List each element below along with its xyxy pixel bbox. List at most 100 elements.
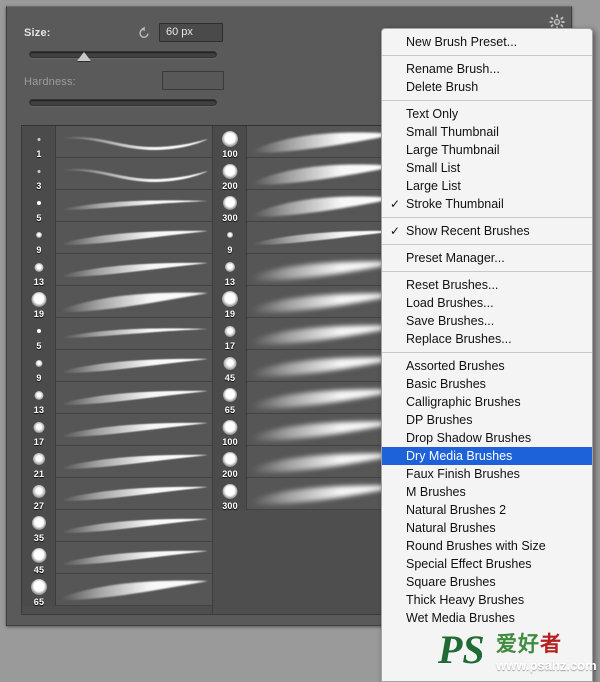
menu-item[interactable]: DP Brushes <box>382 411 592 429</box>
menu-item[interactable]: Natural Brushes <box>382 519 592 537</box>
brush-preset-row[interactable]: 100 <box>213 414 402 447</box>
menu-item-label: Small List <box>406 161 461 175</box>
brush-preset-row[interactable]: 19 <box>22 286 212 319</box>
brush-tip-preview: 1 <box>22 126 56 159</box>
menu-item[interactable]: Thick Heavy Brushes <box>382 591 592 609</box>
brush-tip-preview: 300 <box>213 478 247 511</box>
menu-item[interactable]: Text Only <box>382 105 592 123</box>
brush-preset-row[interactable]: 5 <box>22 318 212 351</box>
brush-flyout-menu[interactable]: New Brush Preset... Rename Brush... Delete… <box>381 28 593 682</box>
brush-preset-row[interactable]: 45 <box>213 350 402 383</box>
brush-stroke-preview <box>249 318 402 350</box>
menu-item-label: Special Effect Brushes <box>406 557 532 571</box>
menu-item-label: M Brushes <box>406 485 466 499</box>
brush-preset-row[interactable]: 65 <box>213 382 402 415</box>
brush-preset-row[interactable]: 17 <box>213 318 402 351</box>
menu-item[interactable]: Special Effect Brushes <box>382 555 592 573</box>
menu-separator <box>382 217 592 218</box>
menu-item-label: Large List <box>406 179 461 193</box>
brush-preset-row[interactable]: 3 <box>22 158 212 191</box>
brush-preset-row[interactable]: 100 <box>213 126 402 159</box>
menu-item[interactable]: Load Brushes... <box>382 294 592 312</box>
size-input[interactable]: 60 px <box>159 23 223 42</box>
brush-preset-row[interactable]: 5 <box>22 190 212 223</box>
brush-preset-row[interactable]: 300 <box>213 190 402 223</box>
menu-item[interactable]: Square Brushes <box>382 573 592 591</box>
menu-item-label: Thick Heavy Brushes <box>406 593 525 607</box>
menu-item[interactable]: Large Thumbnail <box>382 141 592 159</box>
menu-item[interactable]: New Brush Preset... <box>382 33 592 51</box>
brush-tip-preview: 100 <box>213 414 247 447</box>
brush-tip-preview: 45 <box>22 542 56 575</box>
hardness-input[interactable] <box>162 71 224 90</box>
brush-preset-row[interactable]: 13 <box>22 254 212 287</box>
brush-preset-row[interactable]: 65 <box>22 574 212 607</box>
menu-item[interactable]: Reset Brushes... <box>382 276 592 294</box>
check-icon: ✓ <box>390 224 401 238</box>
brush-tip-preview: 13 <box>213 254 247 287</box>
brush-tip-preview: 9 <box>22 222 56 255</box>
size-slider-thumb[interactable] <box>77 52 91 61</box>
brush-preset-row[interactable]: 35 <box>22 510 212 543</box>
menu-item[interactable]: ✓ Show Recent Brushes <box>382 222 592 240</box>
brush-tip-preview: 21 <box>22 446 56 479</box>
menu-item[interactable]: Drop Shadow Brushes <box>382 429 592 447</box>
menu-item-label: Large Thumbnail <box>406 143 500 157</box>
brush-preset-row[interactable]: 17 <box>22 414 212 447</box>
menu-separator <box>382 244 592 245</box>
menu-item[interactable]: M Brushes <box>382 483 592 501</box>
brush-tip-preview: 300 <box>213 190 247 223</box>
menu-item[interactable]: Small Thumbnail <box>382 123 592 141</box>
menu-item-label: Delete Brush <box>406 80 479 94</box>
brush-preset-row[interactable]: 45 <box>22 542 212 575</box>
size-slider-track[interactable] <box>29 51 217 58</box>
brush-preset-row[interactable]: 200 <box>213 158 402 191</box>
brush-tip-preview: 65 <box>22 574 56 607</box>
hardness-slider-track[interactable] <box>29 99 217 106</box>
menu-item[interactable]: Assorted Brushes <box>382 357 592 375</box>
brush-stroke-preview <box>58 222 212 254</box>
menu-item[interactable]: Replace Brushes... <box>382 330 592 348</box>
menu-item-label: Preset Manager... <box>406 251 505 265</box>
brush-preset-row[interactable]: 9 <box>22 350 212 383</box>
menu-item[interactable]: Preset Manager... <box>382 249 592 267</box>
brush-tip-preview: 100 <box>213 126 247 159</box>
menu-item-label: Small Thumbnail <box>406 125 499 139</box>
menu-item[interactable]: ✓ Stroke Thumbnail <box>382 195 592 213</box>
brush-preset-row[interactable]: 13 <box>22 382 212 415</box>
brush-preset-row[interactable]: 19 <box>213 286 402 319</box>
brush-stroke-preview <box>58 542 212 574</box>
brush-tip-preview: 65 <box>213 382 247 415</box>
menu-item[interactable]: Dry Media Brushes <box>382 447 592 465</box>
brush-preset-row[interactable]: 13 <box>213 254 402 287</box>
brush-tip-preview: 9 <box>22 350 56 383</box>
brush-size-label: 300 <box>222 501 238 511</box>
menu-item-label: Square Brushes <box>406 575 496 589</box>
reset-arrow-icon[interactable] <box>136 25 152 41</box>
menu-separator <box>382 271 592 272</box>
brush-preset-row[interactable]: 1 <box>22 126 212 159</box>
menu-item[interactable]: Rename Brush... <box>382 60 592 78</box>
menu-separator <box>382 100 592 101</box>
brush-preset-row[interactable]: 9 <box>213 222 402 255</box>
menu-item[interactable]: Faux Finish Brushes <box>382 465 592 483</box>
menu-item[interactable]: Small List <box>382 159 592 177</box>
menu-item-label: Save Brushes... <box>406 314 495 328</box>
menu-item[interactable]: Save Brushes... <box>382 312 592 330</box>
menu-item[interactable]: Wet Media Brushes <box>382 609 592 627</box>
brush-stroke-preview <box>249 414 402 446</box>
menu-item[interactable]: Basic Brushes <box>382 375 592 393</box>
brush-preset-row[interactable]: 300 <box>213 478 402 511</box>
brush-preset-row[interactable]: 27 <box>22 478 212 511</box>
menu-item[interactable]: Round Brushes with Size <box>382 537 592 555</box>
menu-item[interactable]: Large List <box>382 177 592 195</box>
menu-item[interactable]: Natural Brushes 2 <box>382 501 592 519</box>
menu-item[interactable]: Delete Brush <box>382 78 592 96</box>
brush-tip-preview: 19 <box>22 286 56 319</box>
menu-item[interactable]: Calligraphic Brushes <box>382 393 592 411</box>
brush-preset-row[interactable]: 9 <box>22 222 212 255</box>
check-icon: ✓ <box>390 197 401 211</box>
brush-preset-row[interactable]: 21 <box>22 446 212 479</box>
brush-stroke-preview <box>249 254 402 286</box>
brush-preset-row[interactable]: 200 <box>213 446 402 479</box>
